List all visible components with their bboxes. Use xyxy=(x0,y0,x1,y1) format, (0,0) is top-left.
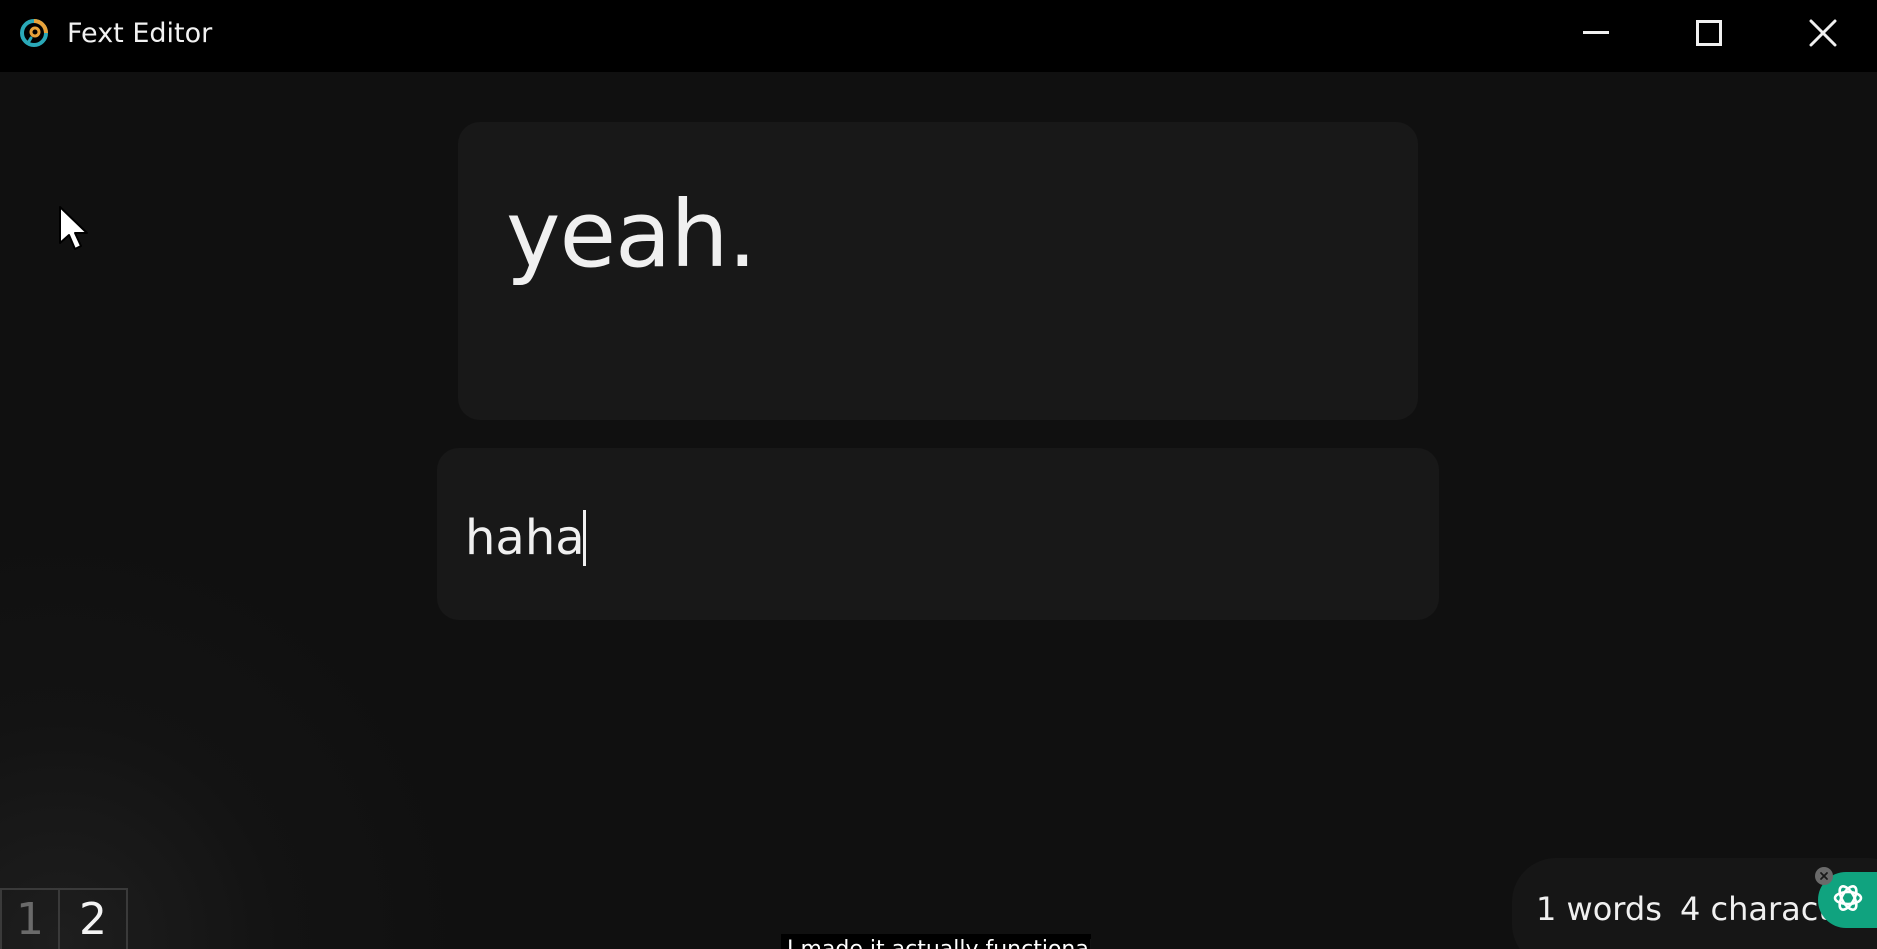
page-tab-1[interactable]: 1 xyxy=(0,888,60,949)
heading-text[interactable]: yeah. xyxy=(506,180,757,290)
maximize-button[interactable] xyxy=(1653,0,1765,66)
openai-logo-icon xyxy=(1830,880,1866,920)
heading-block[interactable]: yeah. xyxy=(458,122,1418,420)
app-logo-icon xyxy=(18,17,50,49)
close-assistant-icon[interactable] xyxy=(1815,867,1833,885)
close-button[interactable] xyxy=(1767,0,1877,66)
paragraph-text[interactable]: haha xyxy=(465,508,585,568)
paragraph-block[interactable]: haha xyxy=(437,448,1439,620)
video-caption: I made it actually functional xyxy=(781,934,1091,949)
text-caret xyxy=(583,510,586,566)
mouse-pointer-icon xyxy=(58,205,90,251)
minimize-icon xyxy=(1583,31,1609,35)
maximize-icon xyxy=(1696,20,1722,46)
word-count: 1 words xyxy=(1536,890,1662,928)
window-title: Fext Editor xyxy=(67,18,213,49)
page-tab-2[interactable]: 2 xyxy=(60,888,128,949)
title-bar[interactable]: Fext Editor xyxy=(0,0,1877,72)
close-icon xyxy=(1809,19,1837,47)
page-tabs: 1 2 xyxy=(0,888,128,949)
minimize-button[interactable] xyxy=(1540,0,1652,66)
app-window: Fext Editor yeah. haha 1 2 1 words 4 cha… xyxy=(0,0,1877,949)
caption-text: I made it actually functional xyxy=(787,937,1091,949)
